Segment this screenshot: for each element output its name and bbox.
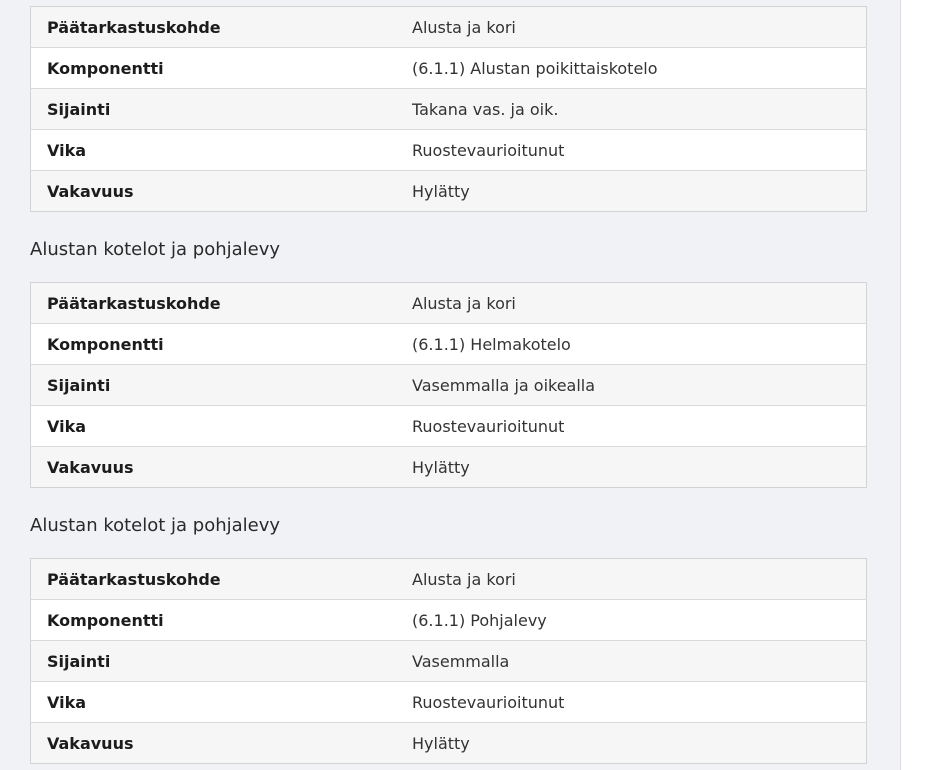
defect-table-2: Päätarkastuskohde Alusta ja kori Kompone… <box>30 282 867 488</box>
row-value: Ruostevaurioitunut <box>412 129 867 171</box>
row-value: Ruostevaurioitunut <box>412 681 867 723</box>
table-row: Komponentti (6.1.1) Helmakotelo <box>30 323 867 365</box>
table-row: Komponentti (6.1.1) Alustan poikittaisko… <box>30 47 867 89</box>
row-label: Vika <box>30 405 412 447</box>
row-value: Hylätty <box>412 722 867 764</box>
table-row: Vakavuus Hylätty <box>30 446 867 488</box>
row-label: Vakavuus <box>30 446 412 488</box>
row-label: Vika <box>30 129 412 171</box>
row-value: Vasemmalla <box>412 640 867 682</box>
row-label: Päätarkastuskohde <box>30 6 412 48</box>
table-row: Päätarkastuskohde Alusta ja kori <box>30 282 867 324</box>
row-value: Hylätty <box>412 446 867 488</box>
row-label: Vakavuus <box>30 170 412 212</box>
section-title: Alustan kotelot ja pohjalevy <box>30 515 281 536</box>
row-value: (6.1.1) Pohjalevy <box>412 599 867 641</box>
row-label: Komponentti <box>30 599 412 641</box>
defect-list: Päätarkastuskohde Alusta ja kori Kompone… <box>30 6 867 764</box>
table-row: Vakavuus Hylätty <box>30 722 867 764</box>
row-label: Sijainti <box>30 364 412 406</box>
row-value: Alusta ja kori <box>412 282 867 324</box>
row-label: Komponentti <box>30 323 412 365</box>
table-row: Vika Ruostevaurioitunut <box>30 681 867 723</box>
row-label: Päätarkastuskohde <box>30 558 412 600</box>
table-row: Päätarkastuskohde Alusta ja kori <box>30 558 867 600</box>
row-value: Alusta ja kori <box>412 6 867 48</box>
inspection-report-page: Päätarkastuskohde Alusta ja kori Kompone… <box>0 0 942 770</box>
row-label: Päätarkastuskohde <box>30 282 412 324</box>
row-value: Alusta ja kori <box>412 558 867 600</box>
row-label: Vakavuus <box>30 722 412 764</box>
table-row: Sijainti Vasemmalla <box>30 640 867 682</box>
right-side-panel <box>900 0 942 770</box>
row-value: Vasemmalla ja oikealla <box>412 364 867 406</box>
row-label: Sijainti <box>30 88 412 130</box>
row-value: (6.1.1) Alustan poikittaiskotelo <box>412 47 867 89</box>
row-label: Komponentti <box>30 47 412 89</box>
table-row: Vakavuus Hylätty <box>30 170 867 212</box>
table-row: Vika Ruostevaurioitunut <box>30 129 867 171</box>
row-value: Hylätty <box>412 170 867 212</box>
table-row: Vika Ruostevaurioitunut <box>30 405 867 447</box>
row-value: Takana vas. ja oik. <box>412 88 867 130</box>
defect-table-3: Päätarkastuskohde Alusta ja kori Kompone… <box>30 558 867 764</box>
table-row: Sijainti Vasemmalla ja oikealla <box>30 364 867 406</box>
table-row: Komponentti (6.1.1) Pohjalevy <box>30 599 867 641</box>
table-row: Sijainti Takana vas. ja oik. <box>30 88 867 130</box>
section-title: Alustan kotelot ja pohjalevy <box>30 239 281 260</box>
table-row: Päätarkastuskohde Alusta ja kori <box>30 6 867 48</box>
defect-table-1: Päätarkastuskohde Alusta ja kori Kompone… <box>30 6 867 212</box>
row-label: Sijainti <box>30 640 412 682</box>
row-label: Vika <box>30 681 412 723</box>
row-value: (6.1.1) Helmakotelo <box>412 323 867 365</box>
row-value: Ruostevaurioitunut <box>412 405 867 447</box>
